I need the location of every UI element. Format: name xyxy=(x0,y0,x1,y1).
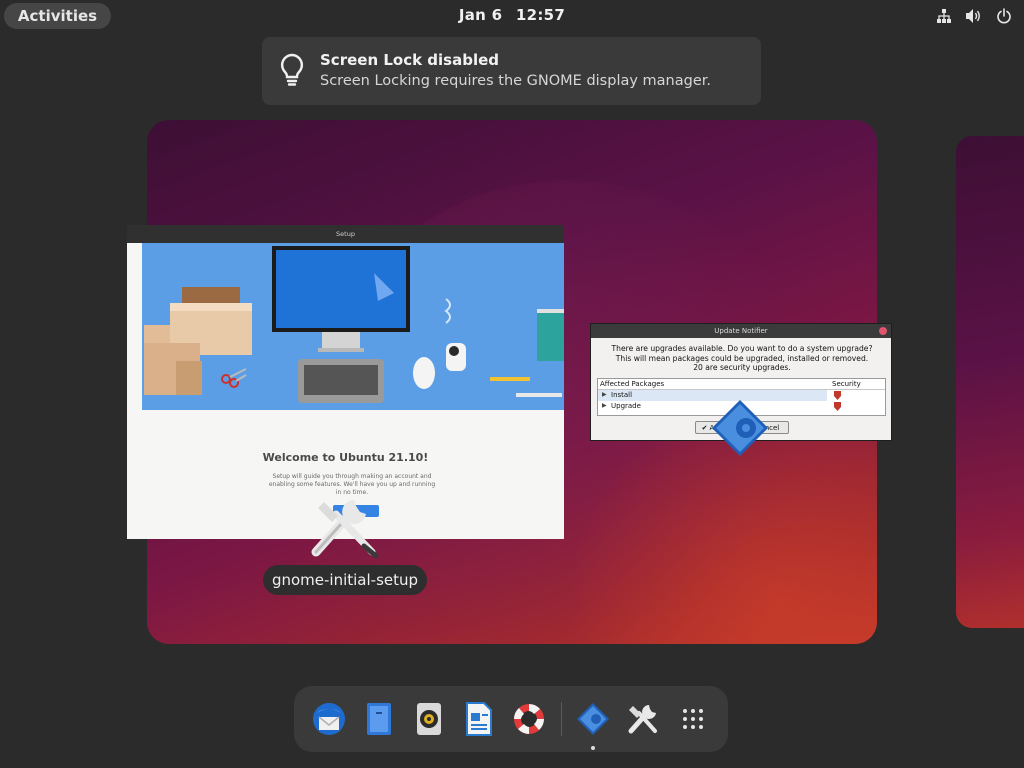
window-label: gnome-initial-setup xyxy=(263,565,427,595)
tools-icon[interactable] xyxy=(622,698,664,740)
shield-icon xyxy=(834,402,841,411)
update-notifier-icon[interactable] xyxy=(572,698,614,740)
top-bar: Activities Jan 6 12:57 xyxy=(0,0,1024,32)
expander-icon[interactable]: ▶ xyxy=(602,391,607,398)
clock[interactable]: Jan 6 12:57 xyxy=(440,6,584,24)
row-label: Upgrade xyxy=(611,402,641,410)
clock-time: 12:57 xyxy=(515,6,566,24)
tools-icon xyxy=(306,492,382,559)
system-tray[interactable] xyxy=(934,6,1014,26)
writer-icon[interactable] xyxy=(458,698,500,740)
setup-welcome-heading: Welcome to Ubuntu 21.10! xyxy=(262,451,429,464)
notification-body: Screen Locking requires the GNOME displa… xyxy=(320,73,711,89)
clock-date: Jan 6 xyxy=(458,6,503,24)
setup-illustration xyxy=(142,243,564,410)
network-icon[interactable] xyxy=(934,6,954,26)
column-header-packages[interactable]: Affected Packages xyxy=(600,380,664,388)
message-line-3: 20 are security upgrades. xyxy=(693,363,791,373)
thunderbird-icon[interactable] xyxy=(308,698,350,740)
setup-window-titlebar: Setup xyxy=(127,225,564,243)
workspace-thumbnail-next[interactable] xyxy=(956,136,1024,628)
check-icon: ✔ xyxy=(701,423,708,432)
lightbulb-icon xyxy=(278,53,306,87)
app-grid-icon[interactable] xyxy=(672,698,714,740)
volume-icon[interactable] xyxy=(964,6,984,26)
column-header-security[interactable]: Security xyxy=(832,380,861,388)
help-icon[interactable] xyxy=(508,698,550,740)
dash-dock xyxy=(294,686,728,752)
message-line-2: This will mean packages could be upgrade… xyxy=(615,353,869,363)
dock-separator xyxy=(561,702,562,736)
update-notifier-icon xyxy=(710,398,770,458)
activities-button[interactable]: Activities xyxy=(4,3,111,29)
files-icon[interactable] xyxy=(358,698,400,740)
update-notifier-titlebar: Update Notifier xyxy=(591,324,891,338)
message-line-1: There are upgrades available. Do you wan… xyxy=(611,344,873,353)
power-icon[interactable] xyxy=(994,6,1014,26)
running-indicator xyxy=(591,746,595,750)
close-icon[interactable] xyxy=(879,327,887,335)
row-label: Install xyxy=(611,391,633,399)
rhythmbox-icon[interactable] xyxy=(408,698,450,740)
expander-icon[interactable]: ▶ xyxy=(602,402,607,409)
notification-banner[interactable]: Screen Lock disabled Screen Locking requ… xyxy=(262,37,761,105)
notification-title: Screen Lock disabled xyxy=(320,51,500,69)
update-notifier-message: There are upgrades available. Do you wan… xyxy=(595,344,889,373)
table-header: Affected Packages Security xyxy=(598,379,885,390)
shield-icon xyxy=(834,391,841,400)
update-notifier-title: Update Notifier xyxy=(714,327,768,335)
